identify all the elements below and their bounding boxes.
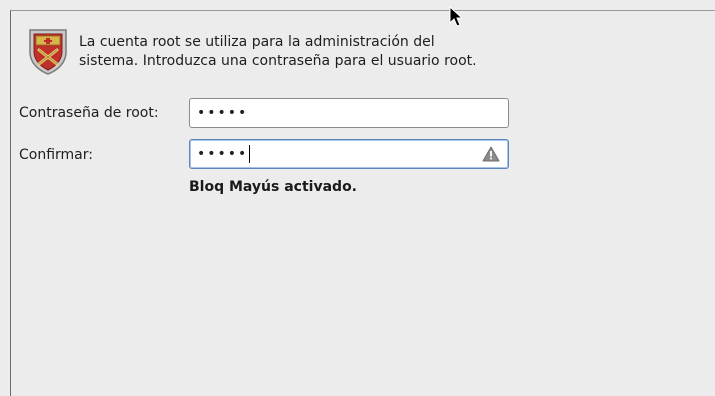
description-text: La cuenta root se utiliza para la admini… [79, 33, 559, 71]
password-field[interactable]: ••••• [189, 98, 509, 128]
warning-icon [482, 146, 500, 162]
confirm-value: ••••• [197, 146, 249, 162]
description-line-2: sistema. Introduzca una contraseña para … [79, 53, 477, 69]
password-label: Contraseña de root: [19, 105, 159, 121]
root-password-panel: La cuenta root se utiliza para la admini… [10, 10, 715, 396]
description-line-1: La cuenta root se utiliza para la admini… [79, 34, 435, 50]
confirm-label: Confirmar: [19, 147, 93, 163]
capslock-warning: Bloq Mayús activado. [189, 179, 357, 195]
text-caret [249, 145, 251, 163]
shield-icon [29, 29, 67, 75]
password-value: ••••• [197, 105, 249, 121]
confirm-password-field[interactable]: ••••• [189, 139, 509, 169]
mouse-pointer-icon [449, 6, 464, 27]
